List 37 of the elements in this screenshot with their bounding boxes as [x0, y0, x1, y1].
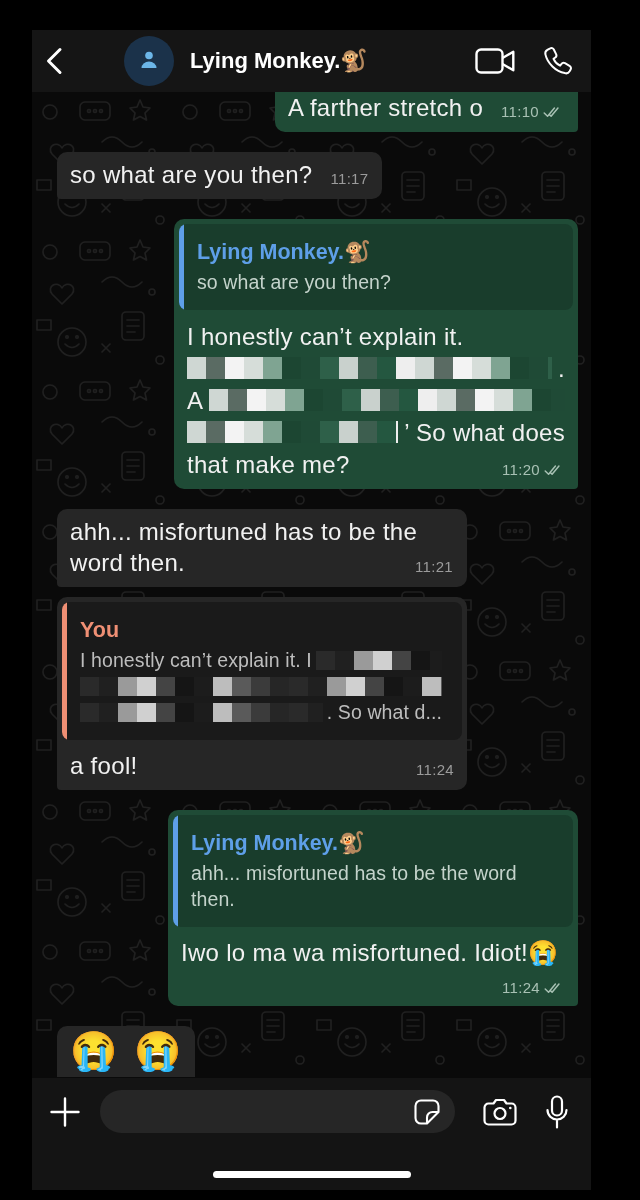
- message-text: Iwo lo ma wa misfortuned. Idiot!😭: [181, 939, 559, 966]
- camera-icon[interactable]: [483, 1097, 517, 1126]
- quoted-message[interactable]: You I honestly can’t explain it. I . So what d...: [62, 602, 462, 740]
- video-call-icon[interactable]: [475, 47, 515, 75]
- quoted-message[interactable]: Lying Monkey.🐒 ahh... misfortuned has to be the word then.: [173, 815, 573, 927]
- quote-text: I honestly can’t explain it. I: [80, 648, 312, 673]
- message-text: A: [187, 385, 204, 416]
- message-text: so what are you then?: [70, 161, 313, 188]
- quote-text: . So what d...: [326, 700, 442, 725]
- message-text: I honestly can’t explain it.: [187, 321, 464, 352]
- message-text: a fool!: [70, 752, 138, 779]
- message-text: So what does: [415, 417, 565, 448]
- message-text: .: [558, 353, 565, 384]
- quote-author: Lying Monkey.🐒: [191, 830, 366, 857]
- microphone-icon[interactable]: [546, 1094, 568, 1129]
- quote-author: Lying Monkey.🐒: [197, 239, 372, 266]
- message-time: 11:20: [502, 461, 540, 479]
- emoji-message: 😭 😭: [70, 1029, 182, 1074]
- plus-icon[interactable]: [50, 1096, 80, 1127]
- back-chevron-icon[interactable]: [45, 47, 63, 75]
- message-time: 11:21: [415, 558, 453, 576]
- message-input-field[interactable]: [100, 1090, 455, 1133]
- quote-author: You: [80, 617, 120, 644]
- message-time: 11:24: [502, 979, 540, 997]
- quote-text: so what are you then?: [197, 270, 392, 295]
- quote-text: ahh... misfortuned has to be the word then.: [191, 861, 518, 912]
- message-time: 11:10: [501, 103, 539, 121]
- avatar-icon[interactable]: [124, 36, 174, 86]
- phone-call-icon[interactable]: [543, 46, 573, 76]
- message-text: A farther stretch o: [287, 94, 484, 121]
- contact-name[interactable]: Lying Monkey.🐒: [190, 48, 368, 74]
- message-text: ’: [404, 417, 410, 448]
- sticker-icon[interactable]: [413, 1097, 441, 1126]
- message-time: 11:24: [416, 761, 454, 779]
- message-text: that make me?: [187, 449, 350, 480]
- message-time: 11:17: [330, 170, 369, 188]
- quoted-message[interactable]: Lying Monkey.🐒 so what are you then?: [179, 224, 573, 310]
